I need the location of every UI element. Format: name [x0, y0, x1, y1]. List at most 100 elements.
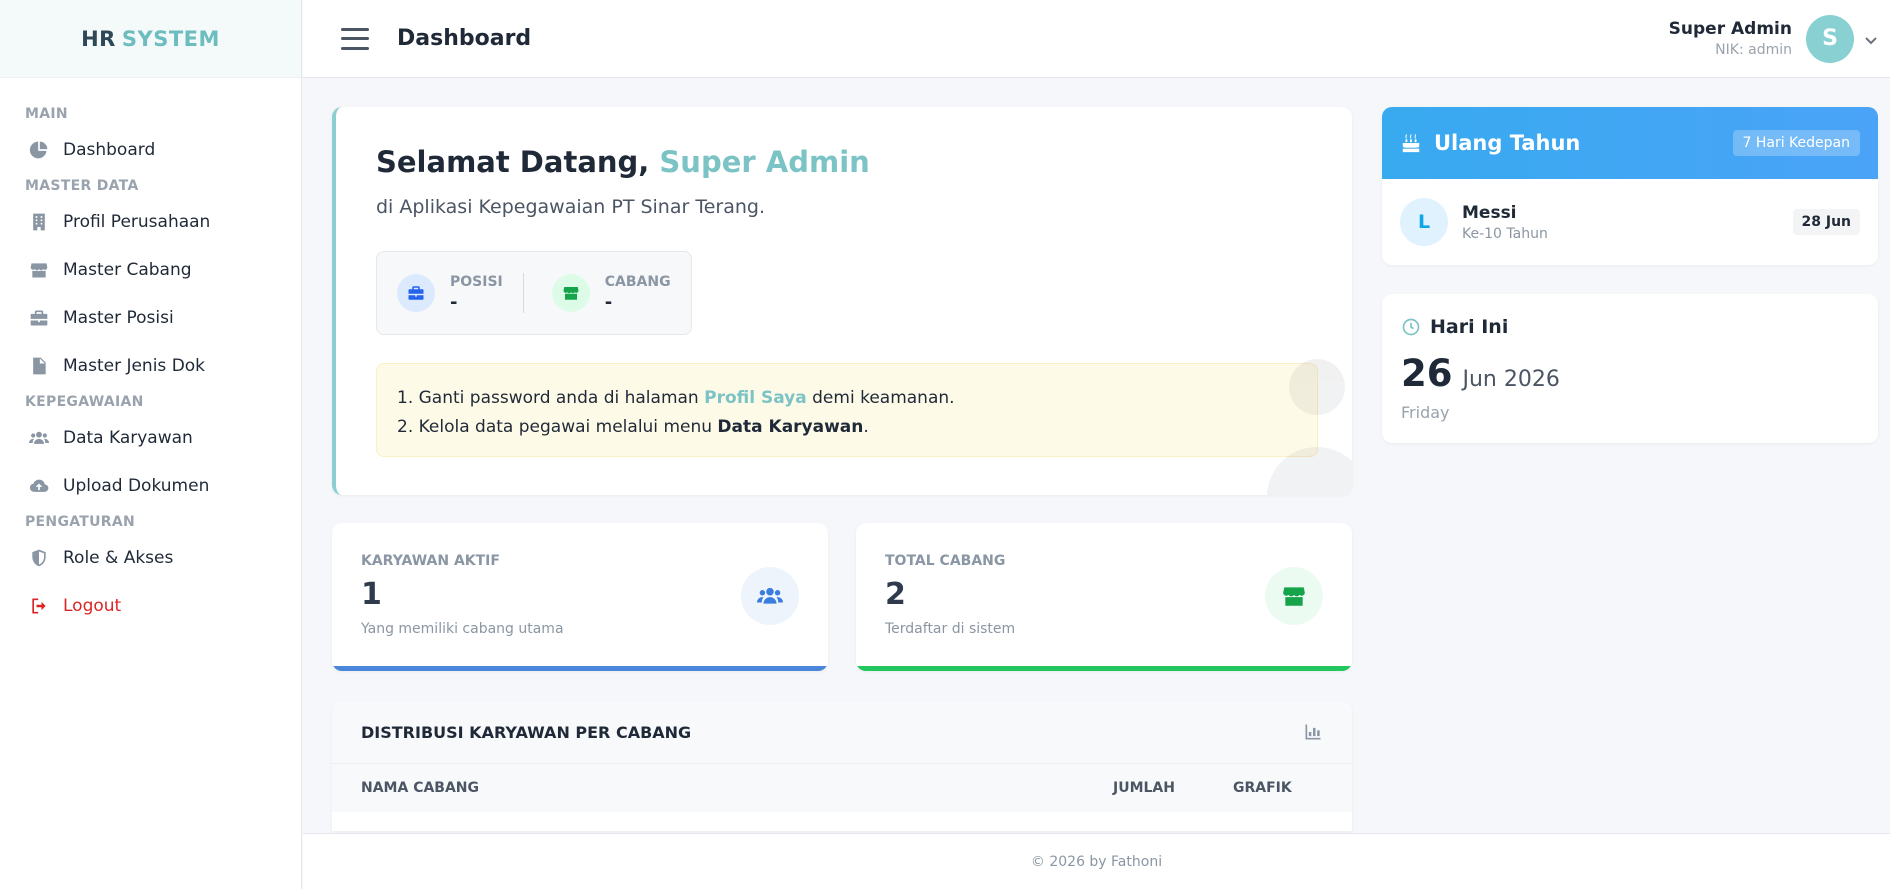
briefcase-icon: [397, 274, 435, 312]
column-grafik[interactable]: GRAFIK: [1233, 780, 1323, 796]
user-info-box: POSISI - CABANG -: [376, 251, 692, 335]
store-icon: [1265, 567, 1323, 625]
birthday-header: Ulang Tahun 7 Hari Kedepan: [1382, 107, 1878, 179]
avatar[interactable]: S: [1806, 14, 1854, 63]
column-nama-cabang[interactable]: NAMA CABANG: [361, 780, 1113, 796]
brand-logo[interactable]: HR SYSTEM: [0, 0, 301, 78]
chart-bar-icon: [1303, 722, 1323, 742]
notice-1-text: 1. Ganti password anda di halaman: [397, 388, 705, 408]
users-icon: [28, 427, 50, 449]
user-menu[interactable]: Super Admin NIK: admin S: [1668, 14, 1878, 63]
sidebar: HR SYSTEM MAIN Dashboard MASTER DATA Pro…: [0, 0, 302, 889]
sidebar-item-label: Master Jenis Dok: [63, 356, 206, 376]
briefcase-icon: [28, 307, 50, 329]
chart-pie-icon: [28, 139, 50, 161]
info-cabang: CABANG -: [522, 273, 691, 313]
watermark-icon: [1267, 359, 1352, 495]
distribution-header: DISTRIBUSI KARYAWAN PER CABANG: [332, 701, 1352, 764]
posisi-label: POSISI: [450, 273, 503, 290]
brand-part1: HR: [81, 26, 116, 51]
today-card: Hari Ini 26 Jun 2026 Friday: [1382, 294, 1878, 443]
sidebar-item-data-karyawan[interactable]: Data Karyawan: [0, 414, 301, 462]
birthday-person-age: Ke-10 Tahun: [1462, 225, 1548, 242]
store-icon: [28, 259, 50, 281]
welcome-title: Selamat Datang, Super Admin: [376, 145, 870, 179]
sidebar-nav: MAIN Dashboard MASTER DATA Profil Perusa…: [0, 78, 301, 630]
sidebar-item-label: Data Karyawan: [63, 428, 193, 448]
stat-value: 2: [885, 577, 906, 612]
notice-2-bold: Data Karyawan: [717, 417, 864, 437]
clock-icon: [1402, 318, 1420, 336]
nav-section-kepegawaian: KEPEGAWAIAN: [25, 394, 144, 410]
sidebar-item-label: Logout: [63, 596, 122, 616]
sidebar-item-upload-dokumen[interactable]: Upload Dokumen: [0, 462, 301, 510]
page-title: Dashboard: [397, 26, 532, 51]
menu-toggle-icon[interactable]: [341, 27, 369, 50]
sidebar-item-label: Dashboard: [63, 140, 156, 160]
profil-saya-link[interactable]: Profil Saya: [704, 388, 807, 408]
sidebar-item-dashboard[interactable]: Dashboard: [0, 126, 301, 174]
notice-2-text: 2. Kelola data pegawai melalui menu: [397, 417, 718, 437]
today-weekday: Friday: [1401, 403, 1450, 422]
sidebar-item-label: Role & Akses: [63, 548, 174, 568]
user-nik: NIK: admin: [1715, 42, 1792, 58]
distribution-title: DISTRIBUSI KARYAWAN PER CABANG: [361, 722, 692, 742]
notice-1-suffix: demi keamanan.: [806, 388, 955, 408]
sidebar-item-role-akses[interactable]: Role & Akses: [0, 534, 301, 582]
welcome-card: Selamat Datang, Super Admin di Aplikasi …: [332, 107, 1352, 495]
info-posisi: POSISI -: [377, 252, 523, 334]
sidebar-item-master-posisi[interactable]: Master Posisi: [0, 294, 301, 342]
today-month-year: Jun 2026: [1462, 367, 1560, 392]
footer: © 2026 by Fathoni: [303, 833, 1890, 889]
building-icon: [28, 211, 50, 233]
sidebar-item-master-cabang[interactable]: Master Cabang: [0, 246, 301, 294]
birthday-card: Ulang Tahun 7 Hari Kedepan L Messi Ke-10…: [1382, 107, 1878, 265]
sidebar-item-master-jenis-dok[interactable]: Master Jenis Dok: [0, 342, 301, 390]
stat-label: KARYAWAN AKTIF: [361, 553, 500, 569]
table-header: NAMA CABANG JUMLAH GRAFIK: [332, 764, 1352, 812]
brand-part2: SYSTEM: [121, 26, 220, 51]
sidebar-item-logout[interactable]: Logout: [0, 582, 301, 630]
distribution-card: DISTRIBUSI KARYAWAN PER CABANG NAMA CABA…: [332, 701, 1352, 831]
notice-2-suffix: .: [863, 417, 869, 437]
welcome-subtitle: di Aplikasi Kepegawaian PT Sinar Terang.: [376, 196, 766, 218]
sidebar-item-label: Profil Perusahaan: [63, 212, 211, 232]
stat-label: TOTAL CABANG: [885, 553, 1006, 569]
stat-accent-bar: [332, 666, 828, 671]
welcome-greeting: Selamat Datang,: [376, 145, 650, 179]
today-day: 26: [1401, 352, 1453, 395]
stat-value: 1: [361, 577, 382, 612]
birthday-person-name: Messi: [1462, 202, 1517, 223]
logout-icon: [28, 595, 50, 617]
posisi-value: -: [450, 291, 458, 313]
nav-section-pengaturan: PENGATURAN: [25, 514, 136, 530]
notice-box: 1. Ganti password anda di halaman Profil…: [376, 363, 1318, 457]
chevron-down-icon[interactable]: [1864, 32, 1878, 46]
user-name: Super Admin: [1668, 19, 1792, 39]
cake-icon: [1402, 133, 1420, 153]
today-date: 26 Jun 2026: [1401, 352, 1560, 395]
sidebar-item-profil-perusahaan[interactable]: Profil Perusahaan: [0, 198, 301, 246]
top-header: Dashboard Super Admin NIK: admin S: [303, 0, 1890, 78]
stat-desc: Yang memiliki cabang utama: [361, 621, 564, 637]
sidebar-item-label: Master Cabang: [63, 260, 192, 280]
birthday-date-badge: 28 Jun: [1792, 209, 1860, 235]
users-icon: [741, 567, 799, 625]
sidebar-item-label: Master Posisi: [63, 308, 174, 328]
cabang-label: CABANG: [604, 273, 671, 290]
today-title: Hari Ini: [1430, 316, 1509, 338]
store-icon: [551, 274, 590, 312]
today-header: Hari Ini: [1401, 316, 1508, 338]
nav-section-master-data: MASTER DATA: [25, 178, 139, 194]
notice-line-1: 1. Ganti password anda di halaman Profil…: [397, 384, 1317, 413]
stat-accent-bar: [856, 666, 1352, 671]
stat-card-karyawan-aktif: KARYAWAN AKTIF 1 Yang memiliki cabang ut…: [332, 523, 828, 671]
column-jumlah[interactable]: JUMLAH: [1113, 780, 1233, 796]
stat-card-total-cabang: TOTAL CABANG 2 Terdaftar di sistem: [856, 523, 1352, 671]
birthday-list-item[interactable]: L Messi Ke-10 Tahun 28 Jun: [1382, 179, 1878, 265]
sidebar-item-label: Upload Dokumen: [63, 476, 210, 496]
welcome-user-name: Super Admin: [659, 145, 870, 179]
birthday-title: Ulang Tahun: [1434, 131, 1581, 155]
shield-icon: [28, 547, 50, 569]
cabang-value: -: [604, 291, 613, 313]
